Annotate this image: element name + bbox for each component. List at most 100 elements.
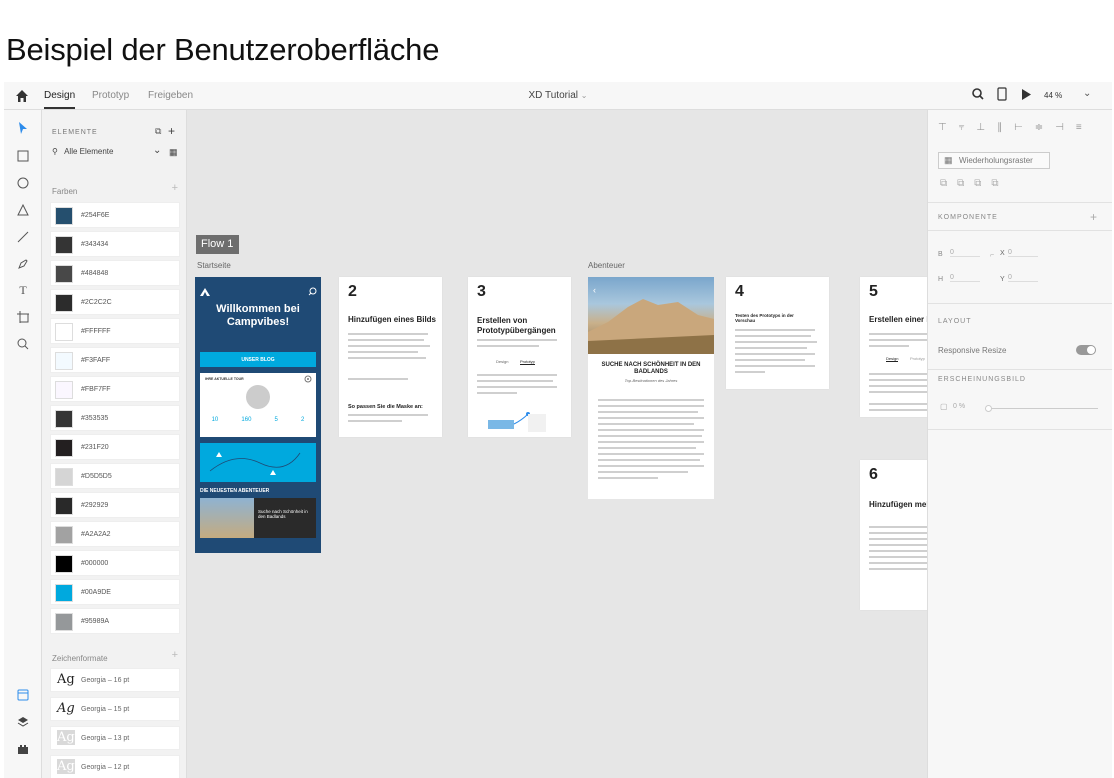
- opacity-icon: ▢: [940, 402, 948, 411]
- rectangle-tool-icon[interactable]: [15, 148, 31, 164]
- boolean-add-icon[interactable]: ⧉: [940, 178, 947, 189]
- y-field[interactable]: 0: [1008, 274, 1038, 282]
- add-char-style-icon[interactable]: +: [172, 649, 178, 661]
- chevron-down-icon[interactable]: ⌄: [581, 91, 588, 100]
- align-left-icon[interactable]: ⊢: [1014, 122, 1023, 133]
- assets-filter[interactable]: ⚲ Alle Elemente ⌄ ▦: [52, 145, 178, 163]
- color-swatch-row[interactable]: #254F6E: [50, 202, 180, 228]
- align-middle-icon[interactable]: ⫧: [959, 122, 965, 133]
- opacity-slider-thumb[interactable]: [985, 405, 992, 412]
- width-field[interactable]: 0: [950, 249, 980, 257]
- char-style-row[interactable]: Ag Georgia – 15 pt: [50, 697, 180, 721]
- align-top-icon[interactable]: ⊤: [938, 122, 947, 133]
- pen-tool-icon[interactable]: [15, 256, 31, 272]
- tab-design: Design: [496, 359, 509, 364]
- color-swatch-row[interactable]: #FBF7FF: [50, 376, 180, 402]
- step-card-6[interactable]: 6 Hinzufügen meh Bilder: [860, 460, 927, 610]
- char-style-row[interactable]: Ag Georgia – 16 pt: [50, 668, 180, 692]
- color-swatch-row[interactable]: #A2A2A2: [50, 521, 180, 547]
- plugins-icon[interactable]: [15, 741, 31, 757]
- text-tool-icon[interactable]: T: [15, 282, 31, 298]
- color-swatch-row[interactable]: #00A9DE: [50, 579, 180, 605]
- document-title[interactable]: XD Tutorial: [529, 90, 578, 101]
- artboard-startseite[interactable]: Willkommen bei Campvibes! UNSER BLOG IHR…: [195, 277, 321, 553]
- artboard-label-adventure[interactable]: Abenteuer: [588, 261, 625, 270]
- select-tool-icon[interactable]: [15, 120, 31, 136]
- color-swatch-row[interactable]: #95989A: [50, 608, 180, 634]
- color-hex: #D5D5D5: [81, 473, 112, 480]
- char-style-row[interactable]: Ag Georgia – 12 pt: [50, 755, 180, 778]
- color-swatch-row[interactable]: #F3FAFF: [50, 347, 180, 373]
- char-style-row[interactable]: Ag Georgia – 13 pt: [50, 726, 180, 750]
- tab-design[interactable]: Design: [44, 90, 76, 109]
- polygon-tool-icon[interactable]: [15, 202, 31, 218]
- device-preview-icon[interactable]: [997, 87, 1007, 101]
- canvas[interactable]: Flow 1 Startseite Abenteuer Willkommen b…: [187, 110, 927, 778]
- boolean-intersect-icon[interactable]: ⧉: [974, 178, 981, 189]
- add-assets-icon[interactable]: ⧉: [155, 126, 161, 137]
- tab-share[interactable]: Freigeben: [148, 90, 193, 101]
- color-swatch-row[interactable]: #D5D5D5: [50, 463, 180, 489]
- user-search-icon[interactable]: [971, 87, 985, 101]
- line-tool-icon[interactable]: [15, 229, 31, 245]
- responsive-resize-label: Responsive Resize: [938, 346, 1007, 355]
- zoom-level[interactable]: 44 %: [1044, 91, 1062, 100]
- artboard-tool-icon[interactable]: [15, 309, 31, 325]
- boolean-exclude-icon[interactable]: ⧉: [991, 178, 998, 189]
- color-swatch-row[interactable]: #484848: [50, 260, 180, 286]
- align-right-icon[interactable]: ⊣: [1055, 122, 1064, 133]
- step-card-2[interactable]: 2 Hinzufügen eines Bilds So passen Sie d…: [339, 277, 442, 437]
- color-hex: #F3FAFF: [81, 357, 111, 364]
- add-component-icon[interactable]: +: [1090, 210, 1097, 224]
- tab-prototype[interactable]: Prototyp: [92, 90, 129, 101]
- color-swatch-row[interactable]: #2C2C2C: [50, 289, 180, 315]
- color-swatch: [55, 613, 73, 631]
- distribute-vertical-icon[interactable]: ≡: [1076, 122, 1082, 133]
- artboard-label-start[interactable]: Startseite: [197, 261, 231, 270]
- color-hex: #2C2C2C: [81, 299, 112, 306]
- align-bottom-icon[interactable]: ⊥: [976, 122, 985, 133]
- play-icon[interactable]: [1021, 89, 1031, 100]
- height-field[interactable]: 0: [950, 274, 980, 282]
- color-swatch: [55, 584, 73, 602]
- repeat-grid-button[interactable]: ▦ Wiederholungsraster: [938, 152, 1050, 169]
- step-card-5[interactable]: 5 Erstellen einer L Design Prototyp: [860, 277, 927, 417]
- blog-button: UNSER BLOG: [200, 352, 316, 367]
- color-swatch-row[interactable]: #FFFFFF: [50, 318, 180, 344]
- opacity-slider[interactable]: [985, 405, 1098, 412]
- boolean-subtract-icon[interactable]: ⧉: [957, 178, 964, 189]
- ellipse-tool-icon[interactable]: [15, 175, 31, 191]
- color-hex: #254F6E: [81, 212, 110, 219]
- prototype-wire-illustration: [488, 412, 546, 432]
- zoom-chevron-icon[interactable]: ⌄: [1083, 88, 1091, 99]
- x-field[interactable]: 0: [1008, 249, 1038, 257]
- distribute-icon[interactable]: ∥: [997, 122, 1002, 133]
- y-label: Y: [1000, 276, 1005, 283]
- step-number: 3: [477, 283, 486, 300]
- layers-icon[interactable]: [15, 714, 31, 730]
- char-style-preview: Ag: [57, 759, 75, 774]
- add-color-icon[interactable]: +: [172, 182, 178, 194]
- lock-icon[interactable]: ⌐: [990, 252, 994, 259]
- step-card-4[interactable]: 4 Testen des Prototyps in der Vorschau: [726, 277, 829, 389]
- color-swatch-row[interactable]: #292929: [50, 492, 180, 518]
- align-center-icon[interactable]: ≑: [1035, 122, 1043, 133]
- chevron-down-icon[interactable]: ⌄: [153, 145, 161, 156]
- zoom-tool-icon[interactable]: [15, 336, 31, 352]
- add-icon[interactable]: +: [168, 124, 175, 138]
- home-icon[interactable]: [14, 88, 30, 104]
- artboard-abenteuer[interactable]: ‹ SUCHE NACH SCHÖNHEIT IN DEN BADLANDS T…: [588, 277, 714, 499]
- color-swatch-row[interactable]: #343434: [50, 231, 180, 257]
- badlands-photo: [588, 277, 714, 354]
- step-number: 2: [348, 283, 357, 300]
- color-swatch-row[interactable]: #353535: [50, 405, 180, 431]
- grid-view-icon[interactable]: ▦: [169, 147, 178, 158]
- opacity-value[interactable]: 0 %: [953, 403, 965, 410]
- flow-tag[interactable]: Flow 1: [196, 235, 239, 254]
- color-swatch-row[interactable]: #000000: [50, 550, 180, 576]
- welcome-title: Willkommen bei Campvibes!: [216, 303, 300, 328]
- color-swatch-row[interactable]: #231F20: [50, 434, 180, 460]
- assets-panel-icon[interactable]: [15, 687, 31, 703]
- step-card-3[interactable]: 3 Erstellen von Prototypübergängen Desig…: [468, 277, 571, 437]
- responsive-resize-toggle[interactable]: [1076, 345, 1096, 355]
